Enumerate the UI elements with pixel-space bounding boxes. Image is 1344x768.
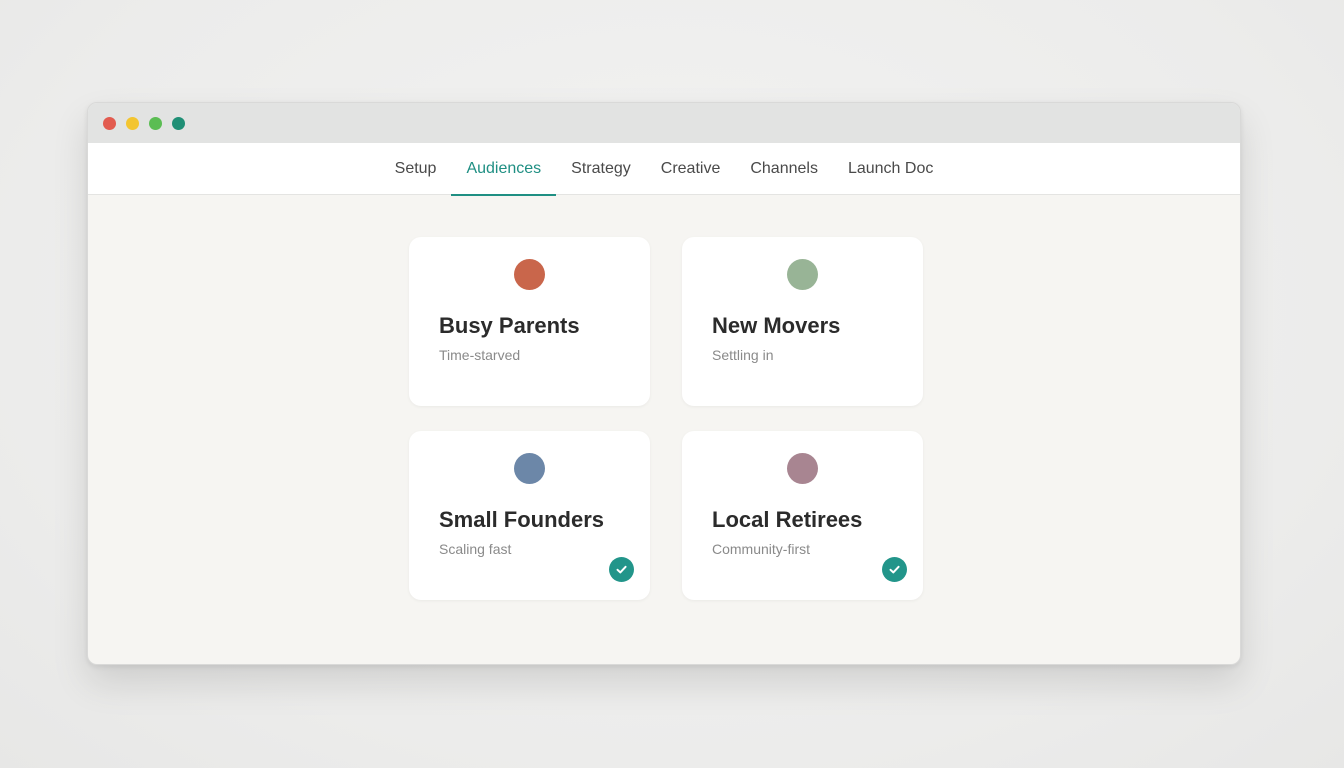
minimize-window-button[interactable] [126,117,139,130]
tab-creative[interactable]: Creative [646,143,736,195]
audience-grid: Busy Parents Time-starved New Movers Set… [88,195,1240,664]
audience-title: Small Founders [439,507,605,532]
extra-window-button[interactable] [172,117,185,130]
audience-subtitle: Scaling fast [439,541,512,557]
audience-color-dot [787,259,818,290]
audience-title: Local Retirees [712,507,863,532]
close-window-button[interactable] [103,117,116,130]
check-icon [609,557,634,582]
audience-card-local-retirees[interactable]: Local Retirees Community-first [682,431,923,600]
audience-card-new-movers[interactable]: New Movers Settling in [682,237,923,406]
audience-card-small-founders[interactable]: Small Founders Scaling fast [409,431,650,600]
audience-color-dot [787,453,818,484]
tab-list: Setup Audiences Strategy Creative Channe… [88,143,1240,196]
tab-setup[interactable]: Setup [380,143,452,195]
nav-bar: Setup Audiences Strategy Creative Channe… [88,143,1240,196]
tab-channels[interactable]: Channels [735,143,833,195]
audience-color-dot [514,259,545,290]
audience-title: Busy Parents [439,313,580,338]
audience-title: New Movers [712,313,841,338]
title-bar [88,103,1240,143]
check-icon [882,557,907,582]
tab-audiences[interactable]: Audiences [451,143,556,196]
audience-card-busy-parents[interactable]: Busy Parents Time-starved [409,237,650,406]
maximize-window-button[interactable] [149,117,162,130]
audience-subtitle: Time-starved [439,347,521,363]
app-window: Setup Audiences Strategy Creative Channe… [87,102,1241,665]
audience-subtitle: Settling in [712,347,774,363]
audience-color-dot [514,453,545,484]
tab-strategy[interactable]: Strategy [556,143,646,195]
tab-launch-doc[interactable]: Launch Doc [833,143,948,195]
audience-subtitle: Community-first [712,541,811,557]
